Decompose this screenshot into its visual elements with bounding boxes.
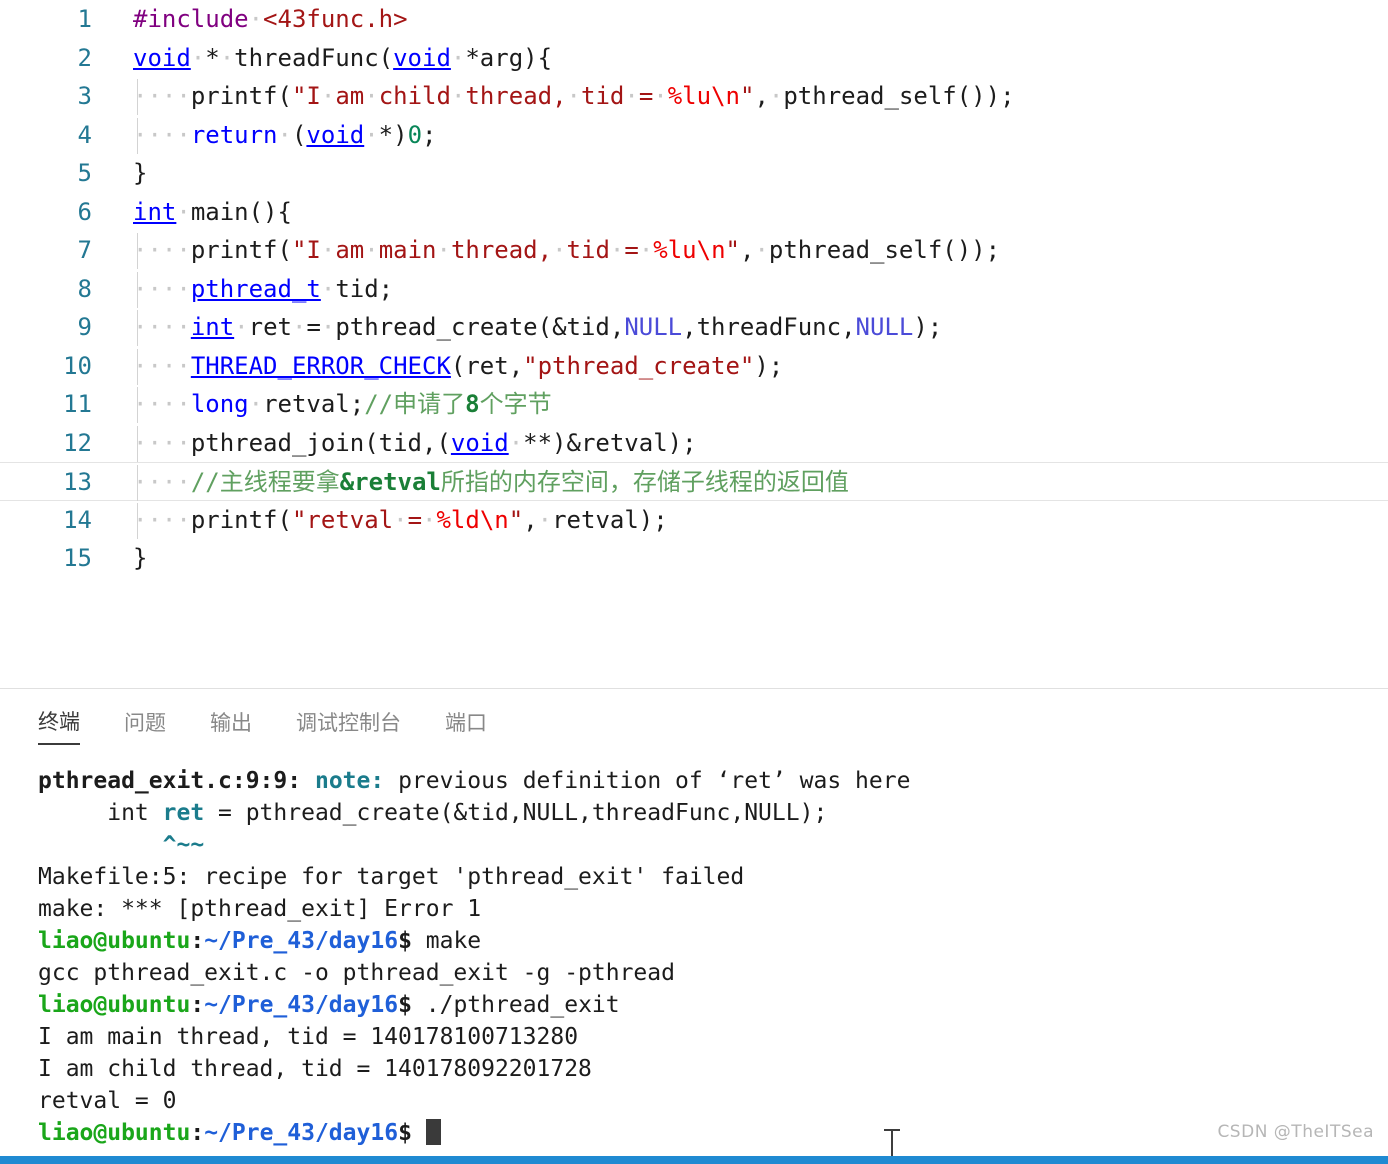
editor-line-container[interactable]: 1 #include·<43func.h> 2 void·*·threadFunc(v… (0, 0, 1388, 578)
terminal-prompt-colon: : (190, 992, 205, 1018)
line-number: 14 (63, 505, 92, 534)
line-number: 6 (77, 197, 92, 226)
code-line-text: ····printf("retval·=·%ld\n",·retval); (133, 505, 668, 534)
terminal-prompt-symbol: $ (398, 1120, 412, 1146)
line-number: 15 (63, 544, 92, 572)
code-line-text: ····//主线程要拿&retval所指的内存空间，存储子线程的返回值 (133, 468, 849, 496)
line-number: 4 (77, 120, 92, 149)
code-line[interactable]: 5} (0, 154, 1388, 193)
code-line[interactable]: 13 ····//主线程要拿&retval所指的内存空间，存储子线程的返回值 (0, 462, 1388, 501)
line-number: 12 (63, 428, 92, 457)
status-bar[interactable] (0, 1156, 1388, 1164)
code-line-text: ····return·(void·*)0; (133, 120, 437, 149)
code-line[interactable]: 7 ····printf("I·am·main·thread,·tid·=·%lu… (0, 231, 1388, 270)
watermark-label: CSDN @TheITSea (1217, 1122, 1374, 1142)
terminal-output-line: I am main thread, tid = 140178100713280 (38, 1024, 579, 1050)
code-line[interactable]: 14 ····printf("retval·=·%ld\n",·retval); (0, 501, 1388, 540)
terminal-caret-line: ^~~ (38, 832, 205, 858)
panel-tab-bar[interactable]: 终端 问题 输出 调试控制台 端口 (0, 701, 1388, 749)
panel-tab-4[interactable]: 端口 (445, 707, 487, 744)
code-line-text: #include·<43func.h> (133, 5, 408, 33)
bottom-panel[interactable]: 终端 问题 输出 调试控制台 端口 pthread_exit.c:9:9: note: … (0, 688, 1388, 1157)
terminal-prompt-user: liao@ubuntu (38, 928, 191, 954)
terminal-cursor (425, 1119, 441, 1145)
code-line[interactable]: 4 ····return·(void·*)0; (0, 116, 1388, 155)
code-line[interactable]: 3 ····printf("I·am·child·thread,·tid·=·%l… (0, 77, 1388, 116)
terminal-prompt-path: ~/Pre_43/day16 (204, 928, 399, 954)
terminal-prompt-colon: : (190, 928, 205, 954)
terminal-output-line: retval = 0 (38, 1088, 177, 1114)
line-number: 8 (77, 274, 92, 303)
code-line-text: ····pthread_t·tid; (133, 274, 394, 303)
line-number: 2 (77, 43, 92, 72)
code-line[interactable]: 1 #include·<43func.h> (0, 0, 1388, 39)
code-line[interactable]: 15} (0, 539, 1388, 578)
code-editor[interactable]: 1 #include·<43func.h> 2 void·*·threadFunc(v… (0, 0, 1388, 688)
terminal-source-line: int ret = pthread_create(&tid,NULL,threa… (38, 800, 828, 826)
terminal-command-line: liao@ubuntu:~/Pre_43/day16$ make (38, 928, 482, 954)
terminal-prompt-user: liao@ubuntu (38, 1120, 191, 1146)
code-line[interactable]: 9 ····int·ret·=·pthread_create(&tid,NULL,… (0, 308, 1388, 347)
terminal-prompt-path: ~/Pre_43/day16 (204, 1120, 399, 1146)
code-line-text: } (133, 544, 148, 572)
panel-tab-0[interactable]: 终端 (38, 706, 80, 745)
line-number: 3 (77, 82, 92, 110)
panel-tab-3[interactable]: 调试控制台 (296, 707, 401, 744)
terminal-prompt-user: liao@ubuntu (38, 992, 191, 1018)
code-line-text: ····THREAD_ERROR_CHECK(ret,"pthread_crea… (133, 351, 784, 380)
code-line-text: ····printf("I·am·main·thread,·tid·=·%lu\… (133, 236, 1001, 264)
line-number: 13 (63, 468, 92, 496)
terminal-command-line: liao@ubuntu:~/Pre_43/day16$ ./pthread_ex… (38, 992, 620, 1018)
line-number: 5 (77, 159, 92, 187)
code-line-text: int·main(){ (133, 197, 292, 226)
code-line[interactable]: 12 ····pthread_join(tid,(void·**)&retval)… (0, 424, 1388, 463)
code-line[interactable]: 2 void·*·threadFunc(void·*arg){ (0, 39, 1388, 78)
code-line[interactable]: 8 ····pthread_t·tid; (0, 270, 1388, 309)
code-line[interactable]: 11 ····long·retval;//申请了8个字节 (0, 385, 1388, 424)
code-line-text: } (133, 159, 148, 187)
line-number: 11 (63, 390, 92, 418)
terminal-output-line: I am child thread, tid = 140178092201728 (38, 1056, 592, 1082)
terminal-prompt-colon: : (190, 1120, 205, 1146)
code-line[interactable]: 6 int·main(){ (0, 193, 1388, 232)
terminal-output-line: gcc pthread_exit.c -o pthread_exit -g -p… (38, 960, 675, 986)
code-line-text: ····long·retval;//申请了8个字节 (133, 390, 552, 418)
code-line-text: ····printf("I·am·child·thread,·tid·=·%lu… (133, 82, 1015, 110)
code-line-text: ····pthread_join(tid,(void·**)&retval); (133, 428, 697, 457)
terminal-output[interactable]: pthread_exit.c:9:9: note: previous defin… (0, 765, 1388, 1157)
code-line[interactable]: 10 ····THREAD_ERROR_CHECK(ret,"pthread_cr… (0, 347, 1388, 386)
terminal-prompt-path: ~/Pre_43/day16 (204, 992, 399, 1018)
line-number: 10 (63, 351, 92, 380)
terminal-output-line: make: *** [pthread_exit] Error 1 (38, 896, 482, 922)
terminal-prompt-symbol: $ (398, 992, 412, 1018)
panel-tab-2[interactable]: 输出 (210, 707, 252, 744)
panel-tab-1[interactable]: 问题 (124, 707, 166, 744)
terminal-active-prompt[interactable]: liao@ubuntu:~/Pre_43/day16$ (38, 1117, 1388, 1149)
line-number: 9 (77, 313, 92, 341)
terminal-output-line: Makefile:5: recipe for target 'pthread_e… (38, 864, 745, 890)
code-line-text: ····int·ret·=·pthread_create(&tid,NULL,t… (133, 313, 943, 341)
code-line-text: void·*·threadFunc(void·*arg){ (133, 43, 553, 72)
terminal-prompt-symbol: $ (398, 928, 412, 954)
line-number: 1 (77, 5, 92, 33)
terminal-note-line: pthread_exit.c:9:9: note: previous defin… (38, 768, 911, 794)
line-number: 7 (77, 236, 92, 264)
